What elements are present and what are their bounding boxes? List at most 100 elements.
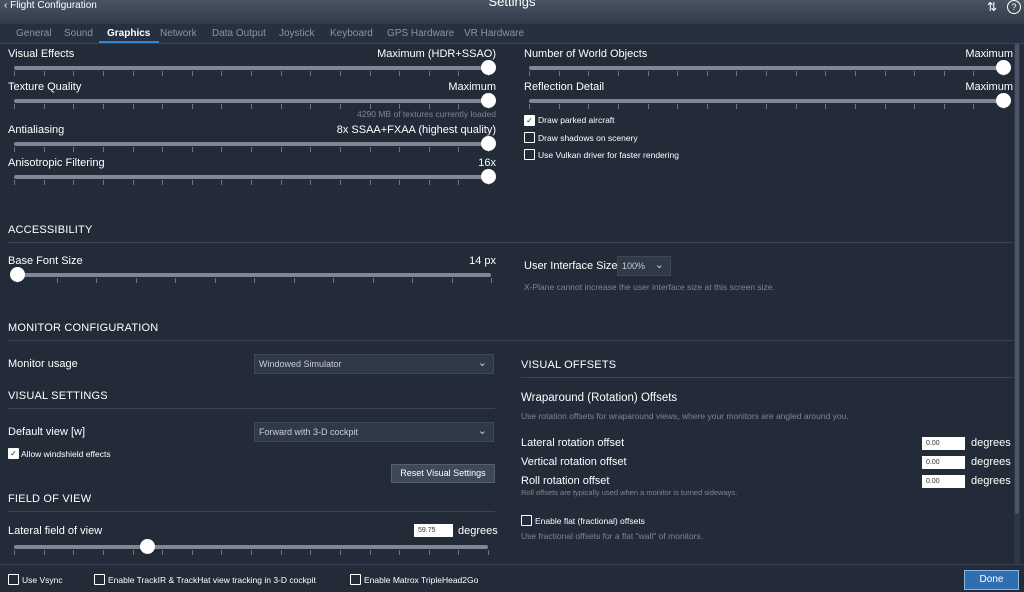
slider-knob[interactable] (481, 136, 496, 151)
scrollbar-thumb[interactable] (1015, 44, 1019, 514)
slider-tick (102, 550, 104, 555)
draw-shadows-checkbox[interactable] (524, 132, 535, 143)
slider-tick (412, 278, 413, 283)
tab-general[interactable]: General (16, 28, 52, 39)
slider-tick (251, 71, 252, 76)
tab-data-output[interactable]: Data Output (212, 28, 266, 39)
accessibility-heading: ACCESSIBILITY (8, 224, 93, 236)
slider-tick (280, 147, 282, 152)
anisotropic-value: 16x (478, 157, 496, 169)
slider-tick (736, 104, 738, 109)
draw-parked-checkbox[interactable]: ✓ (524, 115, 535, 126)
slider-tick (310, 147, 312, 152)
tab-graphics[interactable]: Graphics (107, 28, 150, 39)
tab-sound[interactable]: Sound (64, 28, 93, 39)
tab-vr-hardware[interactable]: VR Hardware (464, 28, 524, 39)
slider-tick (102, 147, 104, 152)
slider-tick (617, 104, 619, 109)
texture-quality-slider[interactable] (14, 93, 496, 109)
lateral-rotation-label: Lateral rotation offset (521, 437, 625, 449)
visual-effects-value: Maximum (HDR+SSAO) (377, 48, 496, 60)
ui-size-dropdown[interactable]: 100% ⌄ (617, 256, 671, 276)
section-divider (8, 340, 1013, 341)
visual-offsets-heading: VISUAL OFFSETS (521, 359, 617, 371)
visual-effects-slider[interactable] (14, 60, 496, 76)
slider-tick (825, 71, 827, 76)
windshield-checkbox[interactable]: ✓ (8, 448, 19, 459)
slider-knob[interactable] (10, 267, 25, 282)
lateral-fov-label: Lateral field of view (8, 525, 103, 537)
tab-joystick[interactable]: Joystick (279, 28, 315, 39)
done-button[interactable]: Done (964, 570, 1019, 590)
tab-gps-hardware[interactable]: GPS Hardware (387, 28, 454, 39)
world-objects-value: Maximum (965, 48, 1013, 60)
tab-keyboard[interactable]: Keyboard (330, 28, 373, 39)
slider-tick (795, 71, 797, 76)
slider-tick (943, 104, 945, 109)
antialiasing-slider[interactable] (14, 136, 496, 152)
slider-tick (135, 278, 137, 283)
slider-tick (588, 71, 590, 76)
lateral-fov-input[interactable]: 59.75 (414, 524, 453, 537)
section-divider (8, 242, 1013, 243)
lateral-rotation-input[interactable]: 0.00 (922, 437, 965, 450)
slider-knob[interactable] (996, 60, 1011, 75)
ui-size-label: User Interface Size (524, 260, 618, 272)
slider-tick (14, 550, 15, 555)
slider-tick (162, 71, 164, 76)
scrollbar-track[interactable] (1014, 44, 1020, 564)
slider-tick (339, 550, 341, 555)
trackir-checkbox[interactable] (94, 574, 105, 585)
roll-rotation-input[interactable]: 0.00 (922, 475, 965, 488)
slider-tick (96, 278, 97, 283)
slider-tick (132, 180, 134, 185)
slider-tick (221, 147, 223, 152)
slider-knob[interactable] (481, 60, 496, 75)
slider-tick (339, 147, 341, 152)
slider-tick (43, 104, 45, 109)
vsync-checkbox[interactable] (8, 574, 19, 585)
reflection-slider[interactable] (529, 93, 1011, 109)
slider-tick (73, 147, 75, 152)
default-view-value: Forward with 3-D cockpit (259, 427, 359, 437)
slider-tick (43, 71, 45, 76)
slider-tick (162, 550, 164, 555)
tab-network[interactable]: Network (160, 28, 197, 39)
slider-knob[interactable] (481, 169, 496, 184)
slider-tick (428, 550, 430, 555)
slider-tick (221, 71, 223, 76)
roll-rotation-unit: degrees (971, 475, 1011, 487)
slider-tick (488, 550, 489, 555)
matrox-checkbox[interactable] (350, 574, 361, 585)
slider-tick (280, 71, 282, 76)
slider-tick (162, 104, 164, 109)
texture-quality-value: Maximum (448, 81, 496, 93)
default-view-dropdown[interactable]: Forward with 3-D cockpit ⌄ (254, 422, 494, 442)
default-view-label: Default view [w] (8, 426, 86, 438)
slider-tick (310, 180, 312, 185)
font-size-slider[interactable] (10, 267, 492, 283)
slider-tick (458, 147, 460, 152)
vertical-rotation-input[interactable]: 0.00 (922, 456, 965, 469)
slider-knob[interactable] (481, 93, 496, 108)
world-objects-slider[interactable] (529, 60, 1011, 76)
font-size-label: Base Font Size (8, 255, 83, 267)
flat-offsets-checkbox[interactable] (521, 515, 532, 526)
reset-visual-settings-button[interactable]: Reset Visual Settings (391, 464, 495, 483)
slider-tick (280, 550, 282, 555)
checkmark-icon: ✓ (10, 449, 17, 458)
slider-knob[interactable] (139, 539, 155, 554)
slider-tick (132, 71, 134, 76)
slider-tick (458, 180, 460, 185)
anisotropic-slider[interactable] (14, 169, 496, 185)
chevron-down-icon: ⌄ (654, 259, 664, 271)
vulkan-checkbox[interactable] (524, 149, 535, 160)
monitor-usage-dropdown[interactable]: Windowed Simulator ⌄ (254, 354, 494, 374)
flat-offsets-label: Enable flat (fractional) offsets (535, 516, 645, 526)
sliders-icon[interactable]: ⇅ (987, 0, 997, 14)
help-icon[interactable]: ? (1007, 0, 1021, 14)
slider-tick (14, 180, 15, 185)
slider-tick (369, 71, 371, 76)
lateral-fov-slider[interactable] (14, 539, 489, 555)
slider-knob[interactable] (996, 93, 1011, 108)
